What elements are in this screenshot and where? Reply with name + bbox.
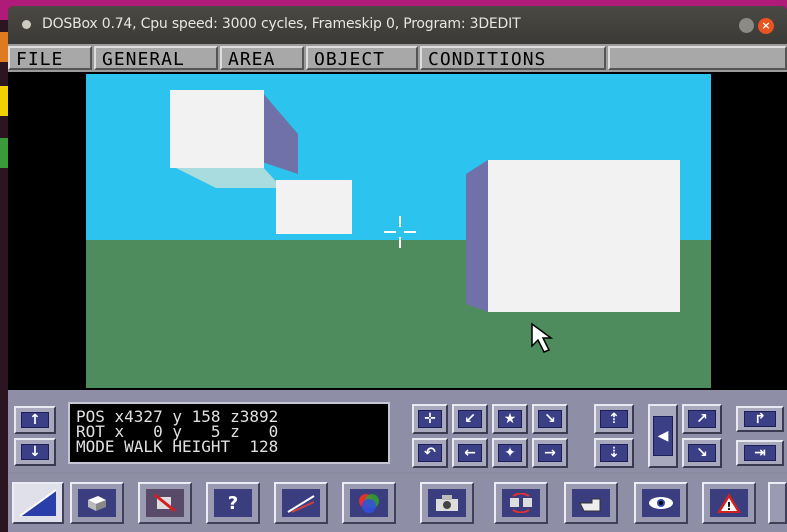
- swap-button[interactable]: [494, 482, 548, 524]
- add-cube-button[interactable]: [70, 482, 124, 524]
- look-up-button[interactable]: ↗: [682, 404, 722, 434]
- control-panel: ↑ ↓ POS x4327 y 158 z3892 ROT x 0 y 5 z 0…: [8, 390, 787, 532]
- step-down-icon: ⇣: [600, 443, 628, 463]
- menu-area[interactable]: AREA: [220, 46, 304, 70]
- arrow-down-right-alt-icon: ↘: [688, 443, 716, 463]
- color-button[interactable]: [342, 482, 396, 524]
- window-menu-icon[interactable]: [22, 20, 31, 29]
- down-left-button[interactable]: ↙: [452, 404, 488, 434]
- mode-line: MODE WALK HEIGHT 128: [76, 437, 279, 456]
- arrow-down-right-icon: ↘: [537, 409, 563, 429]
- dosbox-window: DOSBox 0.74, Cpu speed: 3000 cycles, Fra…: [8, 6, 787, 532]
- pointer-tool-button[interactable]: [564, 482, 618, 524]
- delete-object-button[interactable]: [138, 482, 192, 524]
- crosshair-button-icon: ✛: [417, 409, 443, 429]
- window-title: DOSBox 0.74, Cpu speed: 3000 cycles, Fra…: [42, 16, 521, 32]
- launcher-strip: [0, 32, 8, 62]
- launcher-strip: [0, 138, 8, 168]
- down-arrow-icon: ↓: [20, 443, 50, 461]
- toolbar: ? !: [8, 474, 787, 532]
- center-button[interactable]: ✛: [412, 404, 448, 434]
- arrow-up-right-icon: ↗: [688, 409, 716, 429]
- select-tool-button[interactable]: [12, 482, 64, 524]
- panel-edge: [768, 482, 787, 524]
- turn-right-button[interactable]: ↱: [736, 406, 784, 432]
- window-titlebar[interactable]: DOSBox 0.74, Cpu speed: 3000 cycles, Fra…: [8, 6, 787, 44]
- eye-icon: [642, 489, 680, 517]
- cube-icon: [78, 489, 116, 517]
- hand-pointer-icon: [572, 489, 610, 517]
- menu-file[interactable]: FILE: [8, 46, 92, 70]
- exit-right-icon: ⇥: [743, 445, 777, 461]
- forward-button[interactable]: ★: [492, 404, 528, 434]
- select-icon: [19, 489, 57, 517]
- move-down-button[interactable]: ↓: [14, 438, 56, 466]
- menu-spacer: [608, 46, 787, 70]
- look-left-button[interactable]: ◀: [648, 404, 678, 468]
- minimize-button[interactable]: [739, 18, 754, 33]
- help-button[interactable]: ?: [206, 482, 260, 524]
- cube-left-front: [170, 90, 264, 168]
- step-up-button[interactable]: ⇡: [594, 404, 634, 434]
- menu-conditions[interactable]: CONDITIONS: [420, 46, 606, 70]
- navigation-row: ↑ ↓ POS x4327 y 158 z3892 ROT x 0 y 5 z 0…: [8, 390, 787, 472]
- warning-button[interactable]: !: [702, 482, 756, 524]
- warning-icon: !: [710, 489, 748, 517]
- star-down-icon: ✦: [497, 443, 523, 463]
- launcher-strip: [0, 86, 8, 116]
- view-button[interactable]: [634, 482, 688, 524]
- backward-button[interactable]: ✦: [492, 438, 528, 468]
- left-arrow-icon: ←: [457, 443, 483, 463]
- line-tool-button[interactable]: [274, 482, 328, 524]
- rotate-icon: ↶: [417, 443, 443, 463]
- menu-bar: FILE GENERAL AREA OBJECT CONDITIONS: [8, 44, 787, 72]
- cube-right-front: [488, 160, 680, 312]
- arrow-down-left-icon: ↙: [457, 409, 483, 429]
- up-arrow-icon: ↑: [20, 411, 50, 429]
- step-up-icon: ⇡: [600, 409, 628, 429]
- look-left-icon: ◀: [652, 416, 674, 456]
- line-icon: [282, 489, 320, 517]
- camera-button[interactable]: [420, 482, 474, 524]
- step-down-button[interactable]: ⇣: [594, 438, 634, 468]
- cube-small-front: [276, 180, 352, 234]
- color-wheel-icon: [350, 489, 388, 517]
- cube-right-side: [466, 160, 488, 312]
- look-down-button[interactable]: ↘: [682, 438, 722, 468]
- move-left-button[interactable]: ←: [452, 438, 488, 468]
- 3d-viewport[interactable]: [86, 74, 711, 388]
- menu-object[interactable]: OBJECT: [306, 46, 418, 70]
- down-right-button[interactable]: ↘: [532, 404, 568, 434]
- turn-right-icon: ↱: [743, 411, 777, 427]
- menu-general[interactable]: GENERAL: [94, 46, 218, 70]
- svg-text:!: !: [726, 500, 731, 513]
- undo-rotate-button[interactable]: ↶: [412, 438, 448, 468]
- move-right-button[interactable]: →: [532, 438, 568, 468]
- swap-icon: [502, 489, 540, 517]
- exit-right-button[interactable]: ⇥: [736, 440, 784, 466]
- right-arrow-icon: →: [537, 443, 563, 463]
- move-up-button[interactable]: ↑: [14, 406, 56, 434]
- help-icon: ?: [214, 489, 252, 517]
- star-icon: ★: [497, 409, 523, 429]
- close-button[interactable]: ×: [758, 18, 774, 34]
- delete-object-icon: [146, 489, 184, 517]
- position-readout: POS x4327 y 158 z3892 ROT x 0 y 5 z 0 MODE…: [68, 402, 390, 464]
- camera-icon: [428, 489, 466, 517]
